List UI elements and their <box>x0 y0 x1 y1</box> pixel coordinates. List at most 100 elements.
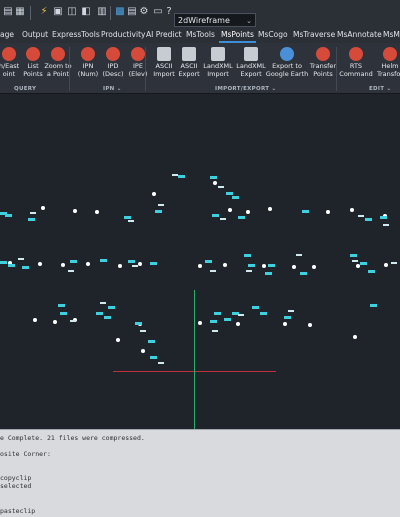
survey-point[interactable] <box>384 263 388 267</box>
point-label <box>268 264 275 267</box>
landxml-import-icon <box>211 47 225 61</box>
export-google-earth-button[interactable]: Export to Google Earth <box>266 45 308 83</box>
chevron-down-icon: ⌄ <box>246 17 252 25</box>
workspace-value: 2dWireframe <box>178 16 230 25</box>
tab-mspoints[interactable]: MsPoints <box>219 27 256 43</box>
point-label <box>158 362 164 364</box>
point-label <box>104 316 111 319</box>
panel-ipn-label[interactable]: IPN ⌄ <box>103 86 122 92</box>
point-label <box>212 330 218 332</box>
helmert-transform-icon <box>383 47 397 61</box>
point-label <box>68 270 74 272</box>
tab-msannotate[interactable]: MsAnnotate <box>337 27 382 43</box>
survey-point[interactable] <box>350 208 354 212</box>
tab-mstraverse[interactable]: MsTraverse <box>293 27 335 43</box>
point-label <box>284 316 291 319</box>
survey-point[interactable] <box>312 265 316 269</box>
tab-expresstools[interactable]: ExpressTools <box>52 27 100 43</box>
gear-icon[interactable]: ⚙ <box>138 6 150 18</box>
survey-point[interactable] <box>73 209 77 213</box>
survey-point[interactable] <box>292 265 296 269</box>
survey-point[interactable] <box>152 192 156 196</box>
point-label <box>70 260 77 263</box>
survey-point[interactable] <box>118 264 122 268</box>
survey-point[interactable] <box>228 208 232 212</box>
survey-point[interactable] <box>138 262 142 266</box>
survey-point[interactable] <box>268 207 272 211</box>
point-label <box>238 314 244 316</box>
point-label <box>365 218 372 221</box>
toolbar-separator <box>110 6 111 20</box>
point-label <box>96 312 103 315</box>
point-label <box>360 262 367 265</box>
survey-point[interactable] <box>353 335 357 339</box>
open-icon[interactable]: ▤ <box>2 6 14 18</box>
survey-point[interactable] <box>308 323 312 327</box>
survey-point[interactable] <box>61 263 65 267</box>
table-icon[interactable]: ▩ <box>114 6 126 18</box>
point-label <box>124 216 131 219</box>
survey-point[interactable] <box>116 338 120 342</box>
point-label <box>140 330 146 332</box>
point-label <box>383 224 389 226</box>
survey-point[interactable] <box>283 322 287 326</box>
tab-mstools[interactable]: MsTools <box>186 27 215 43</box>
survey-point[interactable] <box>262 264 266 268</box>
survey-point[interactable] <box>141 349 145 353</box>
layers-icon[interactable]: ▥ <box>96 6 108 18</box>
panel-edit-label[interactable]: EDIT ⌄ <box>369 86 391 92</box>
tab-ai-predict[interactable]: AI Predict <box>146 27 182 43</box>
landxml-import-button[interactable]: LandXML Import <box>201 45 235 83</box>
point-label <box>150 356 157 359</box>
point-label <box>22 266 29 269</box>
drawing-viewport[interactable] <box>0 94 400 429</box>
rts-command-label: RTS Command <box>339 62 373 78</box>
survey-point[interactable] <box>38 262 42 266</box>
redo-icon[interactable]: ◧ <box>80 6 92 18</box>
point-label <box>178 175 185 178</box>
survey-point[interactable] <box>246 210 250 214</box>
command-history[interactable]: e Complete. 21 files were compressed. os… <box>0 429 400 517</box>
workspace-select[interactable]: 2dWireframe ⌄ <box>174 13 256 27</box>
helmert-transform-button[interactable]: HelmTransfor <box>373 45 400 83</box>
sheet-icon[interactable]: ▤ <box>126 6 138 18</box>
survey-point[interactable] <box>223 263 227 267</box>
point-label <box>5 214 12 217</box>
survey-point[interactable] <box>41 206 45 210</box>
print-icon[interactable]: ▣ <box>52 6 64 18</box>
transfer-points-button[interactable]: Transfer Points <box>306 45 340 83</box>
tab-productivity[interactable]: Productivity <box>101 27 145 43</box>
survey-point[interactable] <box>326 210 330 214</box>
point-label <box>265 272 272 275</box>
lightning-icon[interactable]: ⚡ <box>38 6 50 18</box>
ribbon: h/East oint List Points Zoom to a Point IPN… <box>0 43 400 94</box>
tab-msm[interactable]: MsM <box>383 27 400 43</box>
panel-import-export-label[interactable]: IMPORT/EXPORT ⌄ <box>215 86 276 92</box>
zoom-point-icon <box>51 47 65 61</box>
point-label <box>252 306 259 309</box>
survey-point[interactable] <box>198 321 202 325</box>
point-label <box>300 272 307 275</box>
tab-mscogo[interactable]: MsCogo <box>258 27 288 43</box>
point-label <box>150 262 157 265</box>
save-icon[interactable]: ▦ <box>14 6 26 18</box>
survey-point[interactable] <box>95 210 99 214</box>
ribbon-tabs: age Output ExpressTools Productivity AI … <box>0 27 400 43</box>
point-label <box>0 261 7 264</box>
undo-icon[interactable]: ◫ <box>66 6 78 18</box>
survey-point[interactable] <box>236 322 240 326</box>
tab-manage[interactable]: age <box>0 27 14 43</box>
point-label <box>288 310 294 312</box>
point-label <box>370 304 377 307</box>
survey-point[interactable] <box>33 318 37 322</box>
point-label <box>128 220 134 222</box>
survey-point[interactable] <box>86 262 90 266</box>
panel-query-label[interactable]: QUERY <box>14 86 36 92</box>
helmert-transform-label: HelmTransfor <box>376 62 400 78</box>
rts-command-button[interactable]: RTS Command <box>339 45 373 83</box>
tab-output[interactable]: Output <box>22 27 48 43</box>
survey-point[interactable] <box>198 264 202 268</box>
survey-point[interactable] <box>53 320 57 324</box>
landxml-export-button[interactable]: LandXML Export <box>234 45 268 83</box>
survey-point[interactable] <box>213 181 217 185</box>
